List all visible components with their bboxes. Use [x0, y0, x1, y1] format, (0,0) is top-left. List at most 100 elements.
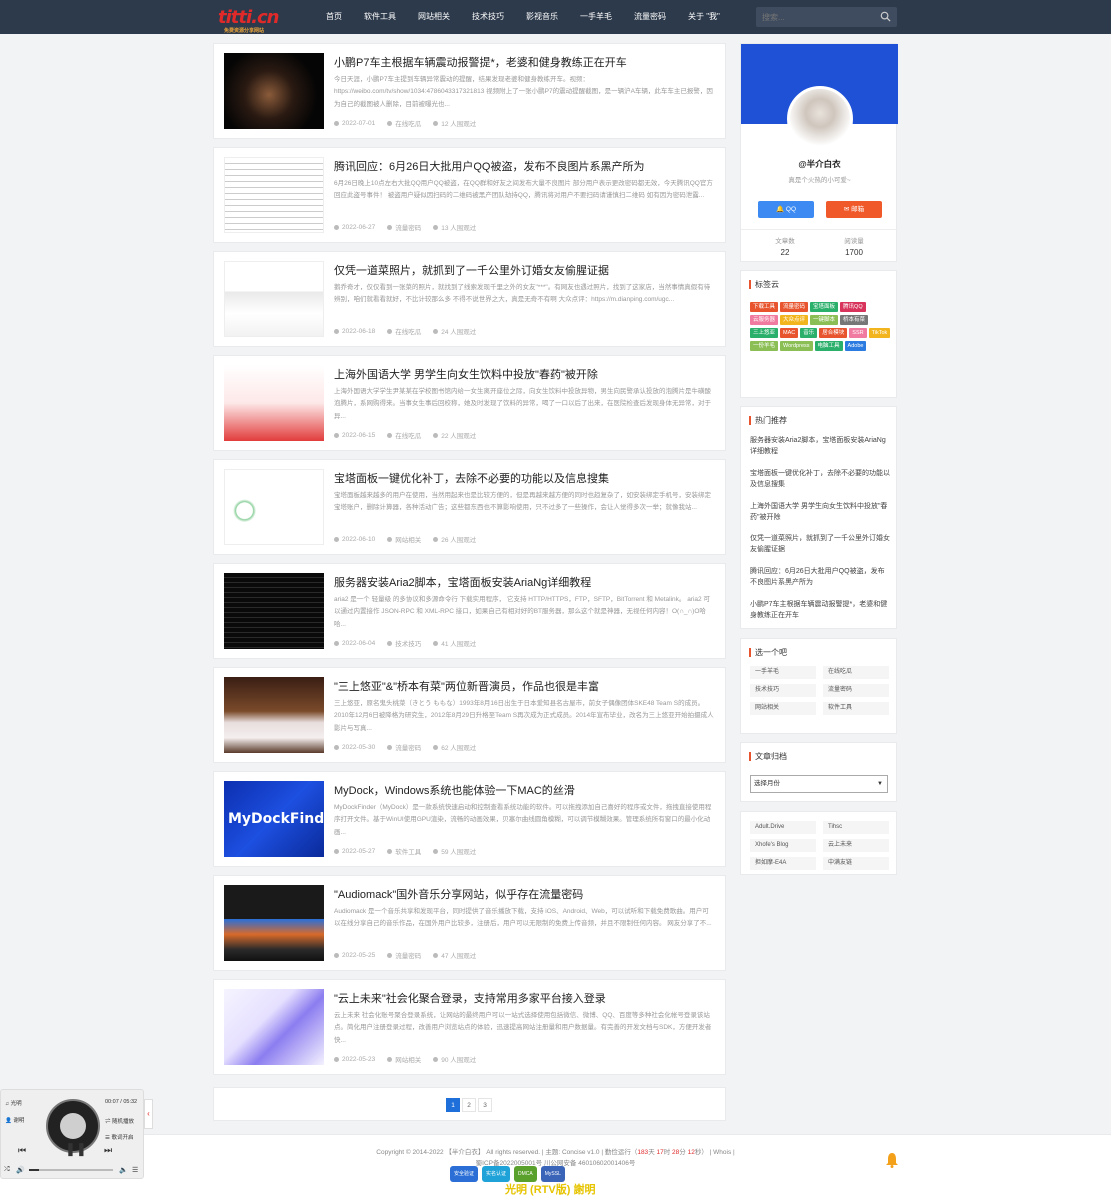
friend-link[interactable]: 云上未来: [823, 839, 889, 852]
tag-link[interactable]: 三上悠亚: [750, 328, 779, 338]
post-title[interactable]: 仅凭一道菜照片，就抓到了一千公里外订婚女友偷腥证据: [334, 262, 715, 278]
post-thumbnail[interactable]: [224, 365, 324, 441]
tag-link[interactable]: 大众点评: [780, 315, 809, 325]
myssl-badge[interactable]: MySSL: [540, 1166, 565, 1182]
site-logo[interactable]: titti.cn 免费资源分享网站: [218, 7, 279, 34]
hot-item[interactable]: 服务器安装Aria2脚本，宝塔面板安装AriaNg详细教程: [750, 435, 890, 457]
post-card[interactable]: 仅凭一道菜照片，就抓到了一千公里外订婚女友偷腥证据 鹅乔奇才，仅仅看到一张菜的照…: [213, 251, 726, 347]
hot-item[interactable]: 上海外国语大学 男学生向女生饮料中投放"春药"被开除: [750, 501, 890, 523]
page-1[interactable]: 1: [446, 1098, 460, 1112]
nav-home[interactable]: 首页: [315, 0, 353, 34]
realname-badge[interactable]: 实名认证: [482, 1166, 511, 1182]
security-badge[interactable]: 安全验证: [450, 1166, 479, 1182]
collapse-player-button[interactable]: ‹: [144, 1099, 153, 1129]
post-title[interactable]: "云上未来"社会化聚合登录，支持常用多家平台接入登录: [334, 990, 715, 1006]
friend-link[interactable]: 中满友链: [823, 857, 889, 870]
page-2[interactable]: 2: [462, 1098, 476, 1112]
hot-item[interactable]: 腾讯回应：6月26日大批用户QQ被盗，发布不良图片系黑产所为: [750, 566, 890, 588]
post-category[interactable]: 网站相关: [395, 534, 421, 544]
category-link[interactable]: 流量密码: [823, 684, 889, 697]
tag-link[interactable]: Adobe: [844, 341, 867, 351]
tag-link[interactable]: 一份羊毛: [750, 341, 779, 351]
post-title[interactable]: 宝塔面板一键优化补丁，去除不必要的功能以及信息搜集: [334, 470, 715, 486]
tag-link[interactable]: 宝塔面板: [810, 302, 839, 312]
friend-link[interactable]: Tihsc: [823, 821, 889, 834]
friend-link[interactable]: Xhofe's Blog: [750, 839, 816, 852]
post-category[interactable]: 在线吃瓜: [395, 326, 421, 336]
post-thumbnail[interactable]: [224, 469, 324, 545]
post-card[interactable]: 小鹏P7车主根据车辆震动报警提*，老婆和健身教练正在开车 今日天涯，小鹏P7车主…: [213, 43, 726, 139]
tag-link[interactable]: SSR: [849, 328, 867, 338]
search-icon[interactable]: [880, 11, 891, 22]
tag-link[interactable]: MAC: [780, 328, 799, 338]
post-thumbnail[interactable]: [224, 261, 324, 337]
nav-software[interactable]: 软件工具: [353, 0, 407, 34]
archive-select[interactable]: 选择月份 ▼: [750, 775, 888, 793]
nav-media[interactable]: 影视音乐: [515, 0, 569, 34]
post-card[interactable]: MyDockFinder MyDock，Windows系统也能体验一下MAC的丝…: [213, 771, 726, 867]
nav-website[interactable]: 网站相关: [407, 0, 461, 34]
nav-deals[interactable]: 一手羊毛: [569, 0, 623, 34]
qq-button[interactable]: 🔔 QQ: [758, 201, 814, 218]
post-card[interactable]: 宝塔面板一键优化补丁，去除不必要的功能以及信息搜集 宝塔面板越来越多的用户在使用…: [213, 459, 726, 555]
avatar[interactable]: [787, 86, 853, 152]
tag-link[interactable]: 音乐: [800, 328, 818, 338]
bell-icon[interactable]: [885, 1152, 899, 1168]
nav-traffic[interactable]: 流量密码: [623, 0, 677, 34]
post-category[interactable]: 在线吃瓜: [395, 430, 421, 440]
post-card[interactable]: 服务器安装Aria2脚本，宝塔面板安装AriaNg详细教程 aria2 是一个 …: [213, 563, 726, 659]
post-title[interactable]: 上海外国语大学 男学生向女生饮料中投放"春药"被开除: [334, 366, 715, 382]
post-thumbnail[interactable]: [224, 573, 324, 649]
page-3[interactable]: 3: [478, 1098, 492, 1112]
progress-track[interactable]: [29, 1169, 113, 1171]
tag-link[interactable]: 流量密码: [780, 302, 809, 312]
friend-link[interactable]: Adult.Drive: [750, 821, 816, 834]
prev-icon[interactable]: ⏮: [18, 1145, 26, 1156]
search-input[interactable]: [756, 7, 866, 27]
post-card[interactable]: "Audiomack"国外音乐分享网站，似乎存在流量密码 Audiomack 是…: [213, 875, 726, 971]
post-category[interactable]: 流量密码: [395, 742, 421, 752]
nav-tech[interactable]: 技术技巧: [461, 0, 515, 34]
post-card[interactable]: 腾讯回应：6月26日大批用户QQ被盗，发布不良图片系黑产所为 6月26日晚上10…: [213, 147, 726, 243]
mail-button[interactable]: ✉ 邮箱: [826, 201, 882, 218]
post-category[interactable]: 网站相关: [395, 1054, 421, 1064]
next-icon[interactable]: ⏭: [104, 1145, 112, 1156]
friend-link[interactable]: 担如摩-E4A: [750, 857, 816, 870]
post-title[interactable]: 服务器安装Aria2脚本，宝塔面板安装AriaNg详细教程: [334, 574, 715, 590]
shuffle-icon[interactable]: ⤮: [4, 1166, 10, 1174]
tag-link[interactable]: Wordpress: [780, 341, 813, 351]
category-link[interactable]: 网站相关: [750, 702, 816, 715]
tag-link[interactable]: 云服务器: [750, 315, 779, 325]
post-category[interactable]: 软件工具: [395, 846, 421, 856]
post-card[interactable]: "云上未来"社会化聚合登录，支持常用多家平台接入登录 云上未来 社会化账号聚合登…: [213, 979, 726, 1075]
post-thumbnail[interactable]: MyDockFinder: [224, 781, 324, 857]
tag-link[interactable]: 下载工具: [750, 302, 779, 312]
mute-icon[interactable]: 🔈: [119, 1166, 128, 1174]
tag-link[interactable]: 一键脚本: [810, 315, 839, 325]
post-card[interactable]: "三上悠亚"&"桥本有菜"两位新晋演员，作品也很是丰富 三上悠亚，原名鬼头桃菜（…: [213, 667, 726, 763]
category-link[interactable]: 一手羊毛: [750, 666, 816, 679]
post-title[interactable]: "三上悠亚"&"桥本有菜"两位新晋演员，作品也很是丰富: [334, 678, 715, 694]
playlist-icon[interactable]: ☰: [132, 1166, 138, 1174]
category-link[interactable]: 在线吃瓜: [823, 666, 889, 679]
post-thumbnail[interactable]: [224, 677, 324, 753]
tag-link[interactable]: 电脑工具: [814, 341, 843, 351]
post-thumbnail[interactable]: [224, 157, 324, 233]
category-link[interactable]: 技术技巧: [750, 684, 816, 697]
hot-item[interactable]: 仅凭一道菜照片，就抓到了一千公里外订婚女友偷腥证据: [750, 533, 890, 555]
play-mode-button[interactable]: ⇌ 随机播放: [105, 1117, 134, 1125]
post-card[interactable]: 上海外国语大学 男学生向女生饮料中投放"春药"被开除 上海外国语大学学生尹某某在…: [213, 355, 726, 451]
post-title[interactable]: MyDock，Windows系统也能体验一下MAC的丝滑: [334, 782, 715, 798]
post-category[interactable]: 在线吃瓜: [395, 118, 421, 128]
post-thumbnail[interactable]: [224, 53, 324, 129]
pause-icon[interactable]: ❚❚: [65, 1141, 87, 1157]
post-title[interactable]: "Audiomack"国外音乐分享网站，似乎存在流量密码: [334, 886, 715, 902]
post-title[interactable]: 小鹏P7车主根据车辆震动报警提*，老婆和健身教练正在开车: [334, 54, 715, 70]
dmca-badge[interactable]: DMCA: [514, 1166, 537, 1182]
post-category[interactable]: 流量密码: [395, 222, 421, 232]
tag-link[interactable]: 桥本有菜: [840, 315, 869, 325]
post-category[interactable]: 流量密码: [395, 950, 421, 960]
hot-item[interactable]: 宝塔面板一键优化补丁，去除不必要的功能以及信息搜集: [750, 468, 890, 490]
volume-icon[interactable]: 🔊: [16, 1166, 25, 1174]
hot-item[interactable]: 小鹏P7车主根据车辆震动报警提*，老婆和健身教练正在开车: [750, 599, 890, 621]
